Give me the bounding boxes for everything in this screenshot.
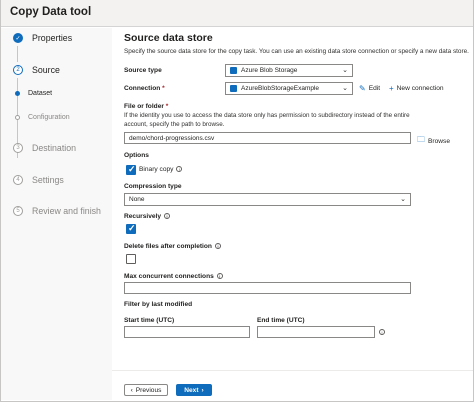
delete-files-checkbox[interactable]	[126, 254, 136, 264]
connection-label-text: Connection	[124, 85, 161, 92]
wizard-steps-sidebar: ✓ Properties 2 Source Dataset Configurat…	[1, 28, 112, 400]
step-source[interactable]: 2 Source	[13, 65, 60, 75]
max-connections-label: Max concurrent connections i	[124, 273, 223, 280]
blob-storage-icon	[230, 85, 237, 92]
file-or-folder-help: If the identity you use to access the da…	[124, 112, 410, 128]
edit-label: Edit	[368, 85, 381, 92]
info-icon[interactable]: i	[216, 273, 223, 280]
step-label: Review and finish	[32, 206, 101, 216]
step-number: 5	[13, 206, 23, 216]
blob-storage-icon	[230, 67, 237, 74]
binary-copy-checkbox[interactable]	[126, 164, 136, 175]
connection-select[interactable]: AzureBlobStorageExample ⌄	[225, 82, 353, 95]
info-icon[interactable]: i	[164, 213, 171, 220]
step-number: 3	[13, 143, 23, 153]
step-label: Source	[32, 65, 60, 75]
compression-type-value: None	[129, 196, 145, 203]
info-icon[interactable]: i	[176, 166, 183, 173]
substep-dataset[interactable]: Dataset	[15, 90, 52, 97]
binary-copy-label-text: Binary copy	[139, 166, 174, 173]
new-connection-label: New connection	[396, 85, 444, 92]
step-connector	[17, 46, 18, 62]
step-properties[interactable]: ✓ Properties	[13, 33, 72, 43]
connection-label: Connection *	[124, 85, 165, 92]
substep-dot	[15, 91, 20, 96]
browse-button[interactable]: 🗀 Browse	[417, 134, 450, 148]
window-title: Copy Data tool	[10, 6, 92, 18]
step-number: 4	[13, 175, 23, 185]
file-or-folder-label: File or folder *	[124, 103, 168, 110]
binary-copy-label: Binary copy i	[139, 166, 183, 173]
file-path-input[interactable]: demo/chord-progressions.csv	[124, 132, 411, 144]
folder-icon: 🗀	[417, 135, 425, 144]
step-settings[interactable]: 4 Settings	[13, 175, 64, 185]
required-mark: *	[162, 85, 165, 92]
start-time-input[interactable]	[124, 326, 250, 338]
source-type-select[interactable]: Azure Blob Storage ⌄	[225, 64, 353, 77]
next-label: Next	[184, 386, 199, 394]
source-type-value: Azure Blob Storage	[241, 67, 298, 74]
step-label: Properties	[32, 33, 73, 43]
pencil-icon: ✎	[359, 84, 366, 93]
substep-label: Configuration	[28, 114, 70, 121]
required-mark: *	[165, 103, 169, 110]
plus-icon: +	[389, 84, 394, 93]
step-label: Destination	[32, 143, 77, 153]
recursively-checkbox[interactable]	[126, 223, 136, 234]
next-button[interactable]: Next ›	[176, 384, 212, 396]
connection-value: AzureBlobStorageExample	[241, 85, 320, 92]
step-number: 2	[13, 65, 23, 75]
checkmark-icon: ✓	[13, 33, 23, 43]
chevron-down-icon: ⌄	[342, 67, 348, 74]
recursively-label-text: Recursively	[124, 213, 162, 220]
options-label: Options	[124, 152, 149, 159]
max-connections-label-text: Max concurrent connections	[124, 273, 214, 280]
page-title: Source data store	[124, 32, 213, 44]
footer-divider	[112, 370, 473, 371]
filter-label: Filter by last modified	[124, 301, 193, 308]
step-destination[interactable]: 3 Destination	[13, 143, 76, 153]
source-type-label: Source type	[124, 67, 162, 74]
compression-type-label: Compression type	[124, 183, 182, 190]
end-time-input[interactable]	[257, 326, 375, 338]
step-review-and-finish[interactable]: 5 Review and finish	[13, 206, 101, 216]
compression-type-select[interactable]: None ⌄	[124, 193, 411, 206]
previous-button[interactable]: ‹ Previous	[124, 384, 168, 396]
file-or-folder-label-text: File or folder	[124, 103, 164, 110]
browse-label: Browse	[428, 137, 450, 145]
delete-files-label-text: Delete files after completion	[124, 243, 212, 250]
source-data-store-panel: Source data store Specify the source dat…	[112, 28, 473, 400]
substep-configuration[interactable]: Configuration	[15, 114, 70, 121]
title-bar: Copy Data tool	[1, 0, 473, 27]
substep-label: Dataset	[28, 90, 53, 97]
copy-data-tool-window: Copy Data tool ✓ Properties 2 Source Dat…	[0, 0, 474, 402]
new-connection-button[interactable]: + New connection	[389, 84, 444, 93]
previous-label: Previous	[135, 386, 162, 394]
substep-dot	[15, 115, 20, 120]
step-label: Settings	[32, 175, 64, 185]
edit-connection-button[interactable]: ✎ Edit	[359, 84, 380, 93]
recursively-label: Recursively i	[124, 213, 171, 220]
page-description: Specify the source data store for the co…	[124, 48, 469, 55]
chevron-right-icon: ›	[201, 386, 204, 394]
file-path-value: demo/chord-progressions.csv	[129, 134, 215, 142]
end-time-label: End time (UTC)	[257, 317, 305, 324]
start-time-label: Start time (UTC)	[124, 317, 175, 324]
max-connections-input[interactable]	[124, 282, 411, 294]
info-icon[interactable]: i	[214, 243, 221, 250]
chevron-down-icon: ⌄	[400, 196, 406, 203]
info-icon[interactable]: i	[379, 329, 385, 335]
delete-files-label: Delete files after completion i	[124, 243, 221, 250]
chevron-left-icon: ‹	[130, 386, 133, 394]
chevron-down-icon: ⌄	[342, 85, 348, 92]
